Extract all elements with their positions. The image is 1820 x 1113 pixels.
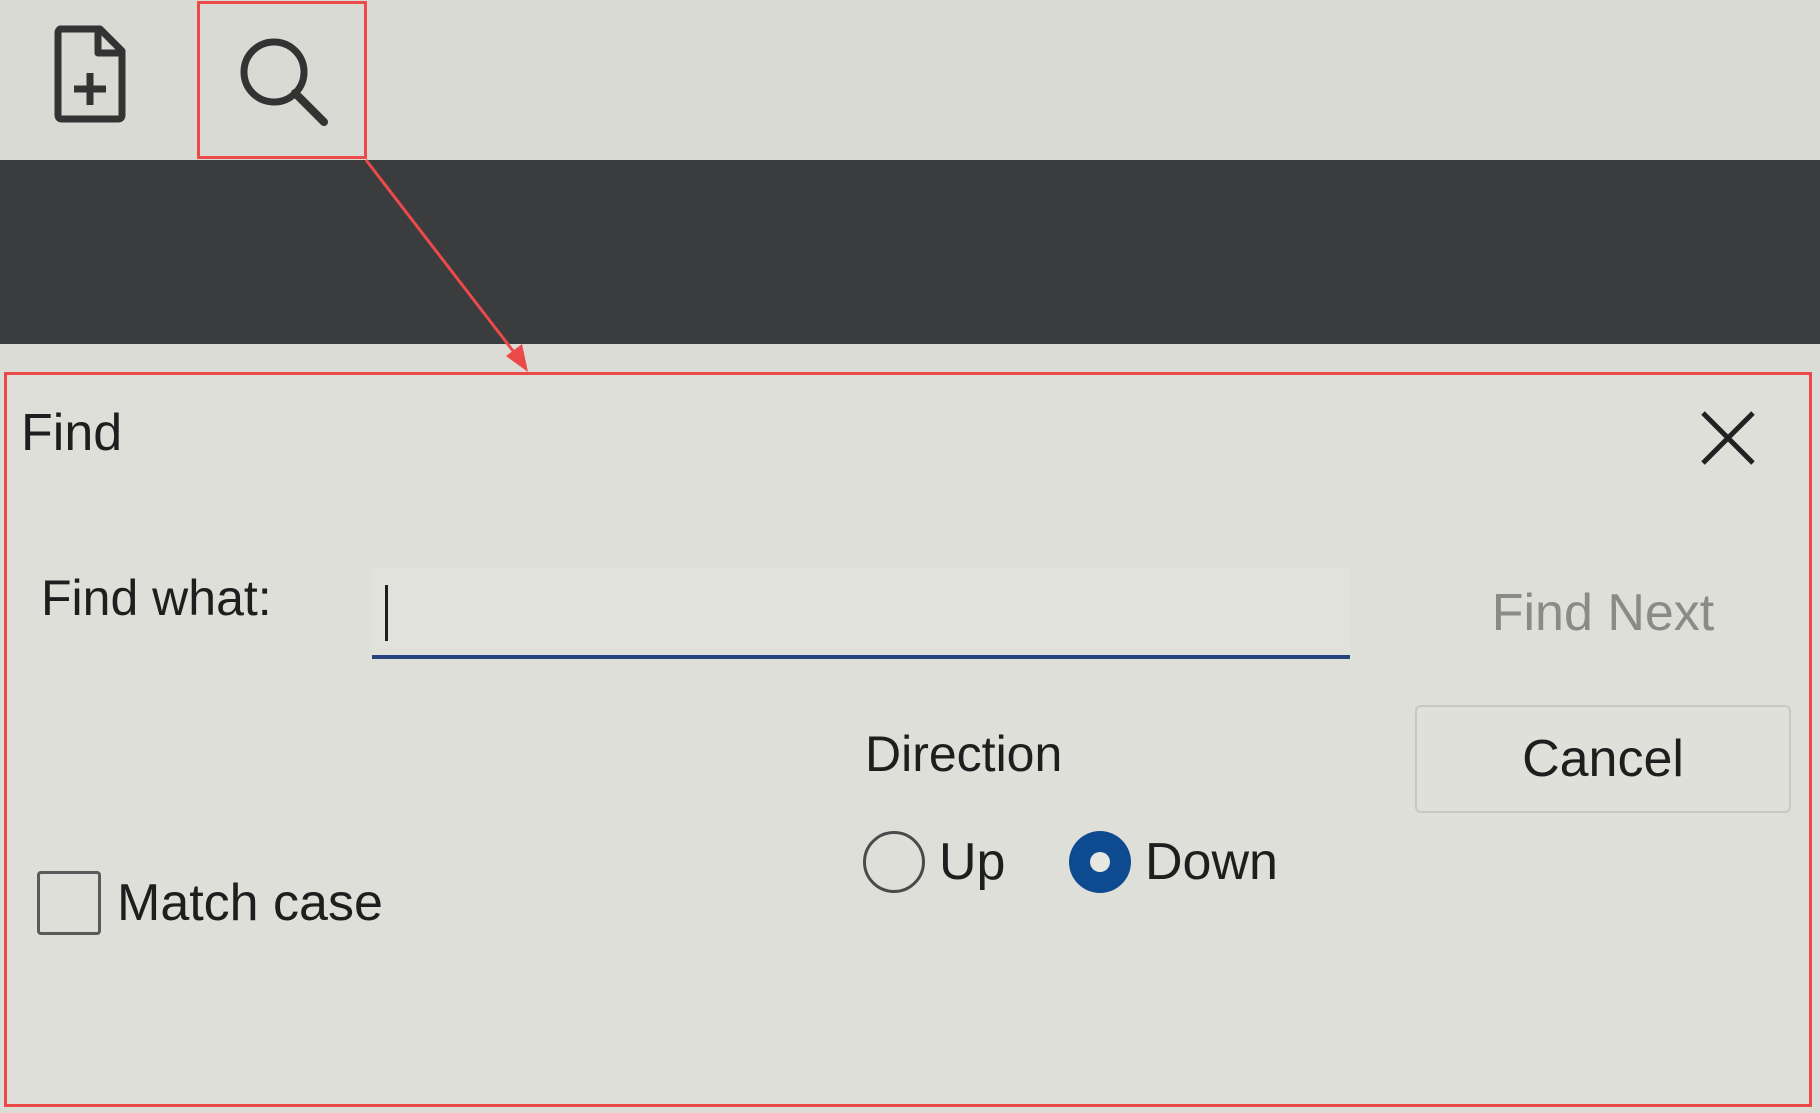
match-case-label: Match case <box>117 874 383 932</box>
cancel-button[interactable]: Cancel <box>1415 705 1791 813</box>
direction-up-label: Up <box>939 833 1006 891</box>
find-what-field[interactable] <box>372 567 1350 659</box>
find-next-button[interactable]: Find Next <box>1415 563 1791 663</box>
close-button[interactable] <box>1695 405 1761 471</box>
close-icon <box>1701 411 1755 465</box>
text-caret <box>385 585 388 641</box>
new-document-button[interactable] <box>40 18 140 128</box>
direction-down-label: Down <box>1145 833 1278 891</box>
find-what-label: Find what: <box>41 570 272 626</box>
radio-up-indicator[interactable] <box>863 831 925 893</box>
file-plus-icon <box>54 25 126 123</box>
direction-up-radio[interactable]: Up <box>863 831 1005 893</box>
direction-down-radio[interactable]: Down <box>1069 831 1278 893</box>
match-case-option[interactable]: Match case <box>37 871 383 935</box>
radio-down-indicator[interactable] <box>1069 831 1131 893</box>
direction-label: Direction <box>865 726 1063 782</box>
search-icon <box>240 38 328 126</box>
screen: Find Find what: Find Next Cancel Directi… <box>0 0 1820 1113</box>
find-what-input[interactable] <box>372 567 1350 655</box>
find-button[interactable] <box>197 1 367 159</box>
dialog-title: Find <box>21 404 123 462</box>
match-case-checkbox[interactable] <box>37 871 101 935</box>
find-dialog: Find Find what: Find Next Cancel Directi… <box>4 372 1812 1107</box>
dark-band <box>0 160 1820 344</box>
toolbar <box>0 0 1820 160</box>
